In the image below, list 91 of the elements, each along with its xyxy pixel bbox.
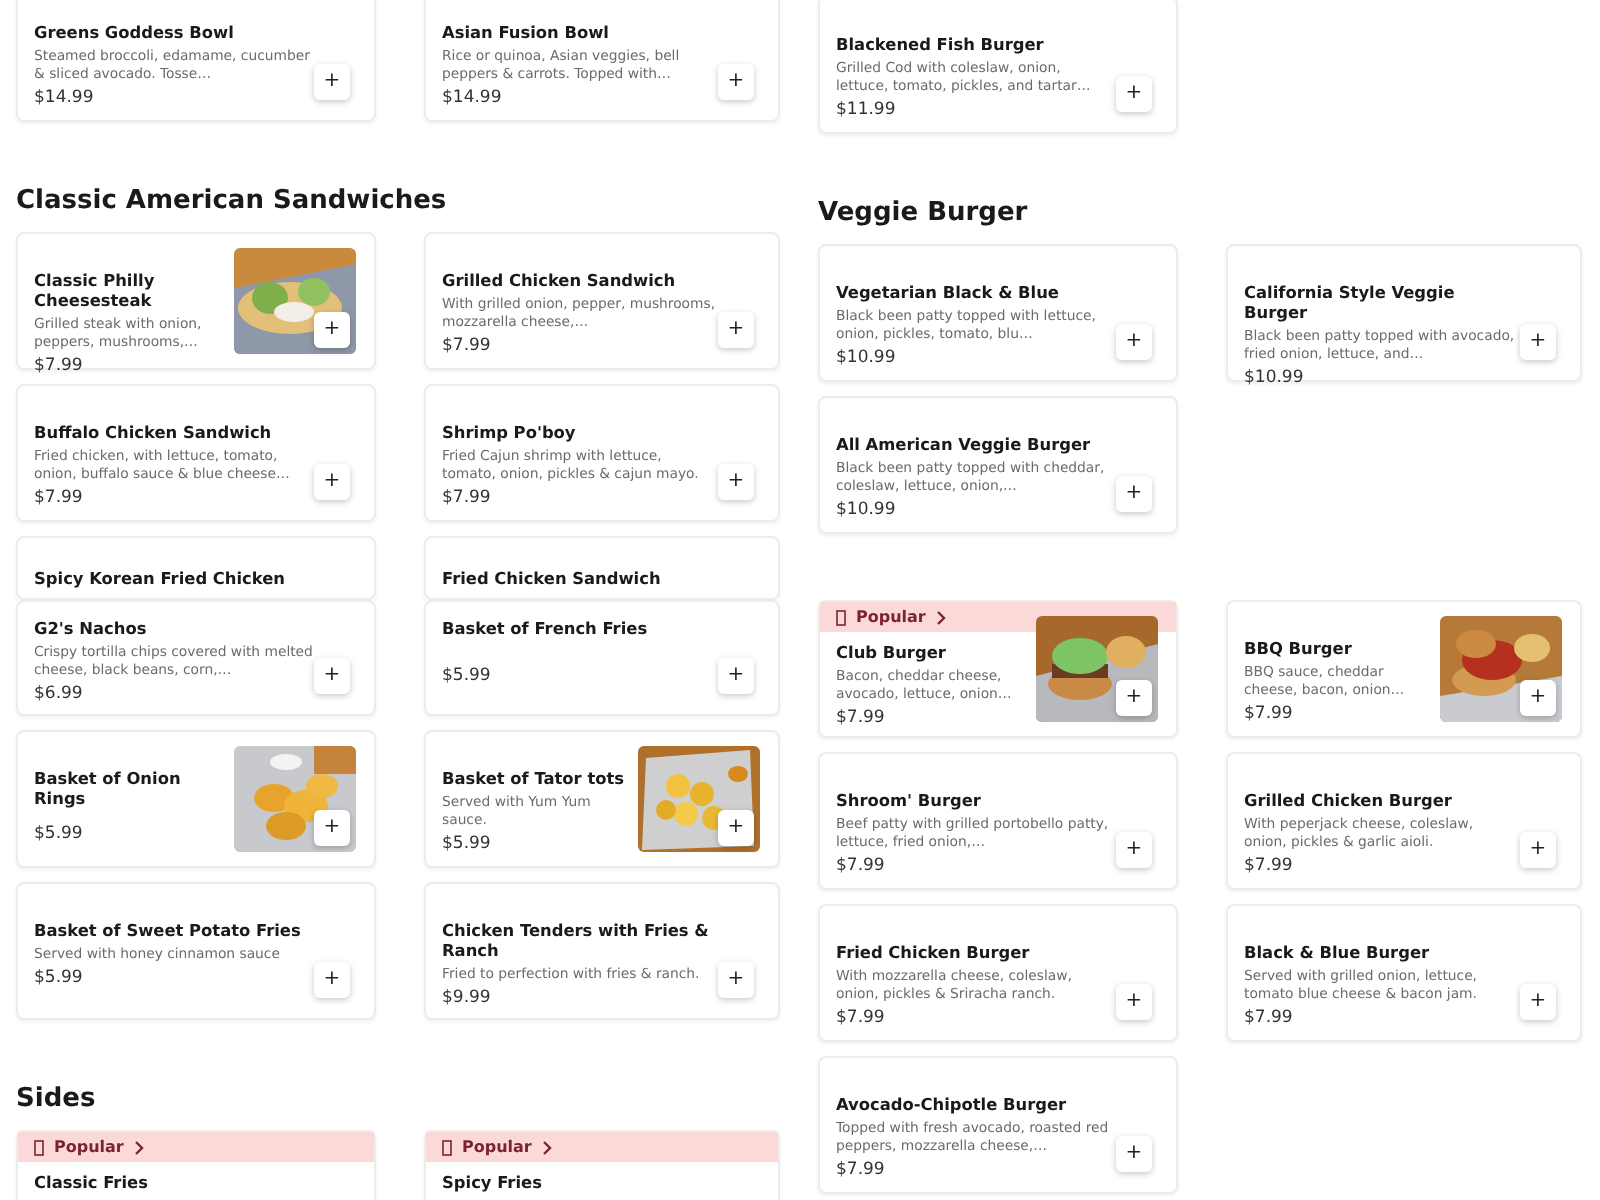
add-button[interactable]: +: [1116, 832, 1152, 868]
popular-banner[interactable]: Popular: [18, 1132, 374, 1162]
item-title: Basket of Sweet Potato Fries: [34, 920, 303, 940]
missing-glyph-icon: [836, 609, 846, 625]
add-button[interactable]: +: [718, 810, 754, 846]
item-title: Grilled Chicken Sandwich: [442, 270, 678, 290]
popular-label: Popular: [54, 1138, 124, 1156]
menu-item-card[interactable]: Popular Classic Fries: [16, 1130, 376, 1200]
item-price: $6.99: [34, 684, 85, 706]
item-price: $11.99: [836, 100, 898, 122]
add-button[interactable]: +: [314, 810, 350, 846]
item-title: Buffalo Chicken Sandwich: [34, 422, 274, 442]
missing-glyph-icon: [34, 1139, 44, 1155]
item-title: Classic Philly Cheesesteak: [34, 270, 157, 310]
add-button[interactable]: +: [718, 64, 754, 100]
add-button[interactable]: +: [1520, 984, 1556, 1020]
add-button[interactable]: +: [314, 312, 350, 348]
item-price: $7.99: [1244, 856, 1295, 878]
item-price: $7.99: [836, 708, 887, 730]
item-title: Grilled Chicken Burger: [1244, 790, 1454, 810]
menu-item-card[interactable]: Spicy Korean Fried Chicken: [16, 536, 376, 600]
chevron-right-icon: [935, 609, 946, 625]
add-button[interactable]: +: [1116, 1136, 1152, 1172]
add-button[interactable]: +: [314, 658, 350, 694]
add-button[interactable]: +: [314, 962, 350, 998]
add-button[interactable]: +: [1116, 324, 1152, 360]
menu-item-card[interactable]: Basket of French Fries $5.99 +: [424, 600, 780, 716]
item-title: Club Burger: [836, 642, 948, 662]
item-title: BBQ Burger: [1244, 638, 1354, 658]
item-title: Avocado-Chipotle Burger: [836, 1094, 1069, 1114]
section-heading: Sides: [16, 1082, 98, 1116]
item-price: $5.99: [442, 834, 493, 856]
section-heading: Classic American Sandwiches: [16, 184, 449, 218]
item-title: Shroom' Burger: [836, 790, 983, 810]
item-title: Black & Blue Burger: [1244, 942, 1432, 962]
item-title: Fried Chicken Sandwich: [442, 568, 663, 588]
item-price: $14.99: [34, 88, 96, 110]
item-price: $5.99: [442, 666, 493, 688]
item-title: Blackened Fish Burger: [836, 34, 1046, 54]
add-button[interactable]: +: [314, 64, 350, 100]
item-title: G2's Nachos: [34, 618, 149, 638]
item-price: $7.99: [836, 1160, 887, 1182]
item-title: Chicken Tenders with Fries & Ranch: [442, 920, 711, 960]
add-button[interactable]: +: [718, 962, 754, 998]
popular-banner[interactable]: Popular: [426, 1132, 778, 1162]
add-button[interactable]: +: [1520, 832, 1556, 868]
item-title: Greens Goddess Bowl: [34, 22, 236, 42]
item-title: Spicy Fries: [442, 1172, 544, 1192]
item-title: All American Veggie Burger: [836, 434, 1093, 454]
item-price: $7.99: [1244, 1008, 1295, 1030]
item-title: Basket of French Fries: [442, 618, 650, 638]
item-price: $5.99: [34, 968, 85, 990]
menu-item-card[interactable]: Basket of Onion Rings $5.99 +: [16, 730, 376, 868]
item-price: $10.99: [836, 500, 898, 522]
item-title: Vegetarian Black & Blue: [836, 282, 1061, 302]
item-title: Basket of Tator tots: [442, 768, 627, 788]
missing-glyph-icon: [442, 1139, 452, 1155]
add-button[interactable]: +: [718, 312, 754, 348]
item-price: $5.99: [34, 824, 85, 846]
item-title: Shrimp Po'boy: [442, 422, 578, 442]
popular-label: Popular: [856, 608, 926, 626]
item-price: $9.99: [442, 988, 493, 1010]
item-title: Fried Chicken Burger: [836, 942, 1032, 962]
item-price: $7.99: [836, 856, 887, 878]
add-button[interactable]: +: [1116, 680, 1152, 716]
add-button[interactable]: +: [1116, 984, 1152, 1020]
menu-item-card[interactable]: Fried Chicken Sandwich: [424, 536, 780, 600]
popular-label: Popular: [462, 1138, 532, 1156]
add-button[interactable]: +: [718, 658, 754, 694]
item-price: $7.99: [1244, 704, 1295, 726]
add-button[interactable]: +: [1116, 76, 1152, 112]
item-price: $10.99: [836, 348, 898, 370]
add-button[interactable]: +: [1520, 680, 1556, 716]
menu-item-card[interactable]: Popular Spicy Fries: [424, 1130, 780, 1200]
item-price: $14.99: [442, 88, 504, 110]
item-title: Asian Fusion Bowl: [442, 22, 611, 42]
item-title: Spicy Korean Fried Chicken: [34, 568, 288, 588]
add-button[interactable]: +: [314, 464, 350, 500]
add-button[interactable]: +: [1520, 324, 1556, 360]
item-price: $7.99: [442, 488, 493, 510]
chevron-right-icon: [541, 1139, 552, 1155]
add-button[interactable]: +: [718, 464, 754, 500]
section-heading: Veggie Burger: [818, 196, 1030, 230]
item-price: $7.99: [836, 1008, 887, 1030]
add-button[interactable]: +: [1116, 476, 1152, 512]
item-title: California Style Veggie Burger: [1244, 282, 1457, 322]
item-title: Classic Fries: [34, 1172, 150, 1192]
item-price: $7.99: [34, 488, 85, 510]
item-price: $7.99: [442, 336, 493, 358]
item-title: Basket of Onion Rings: [34, 768, 183, 808]
chevron-right-icon: [133, 1139, 144, 1155]
